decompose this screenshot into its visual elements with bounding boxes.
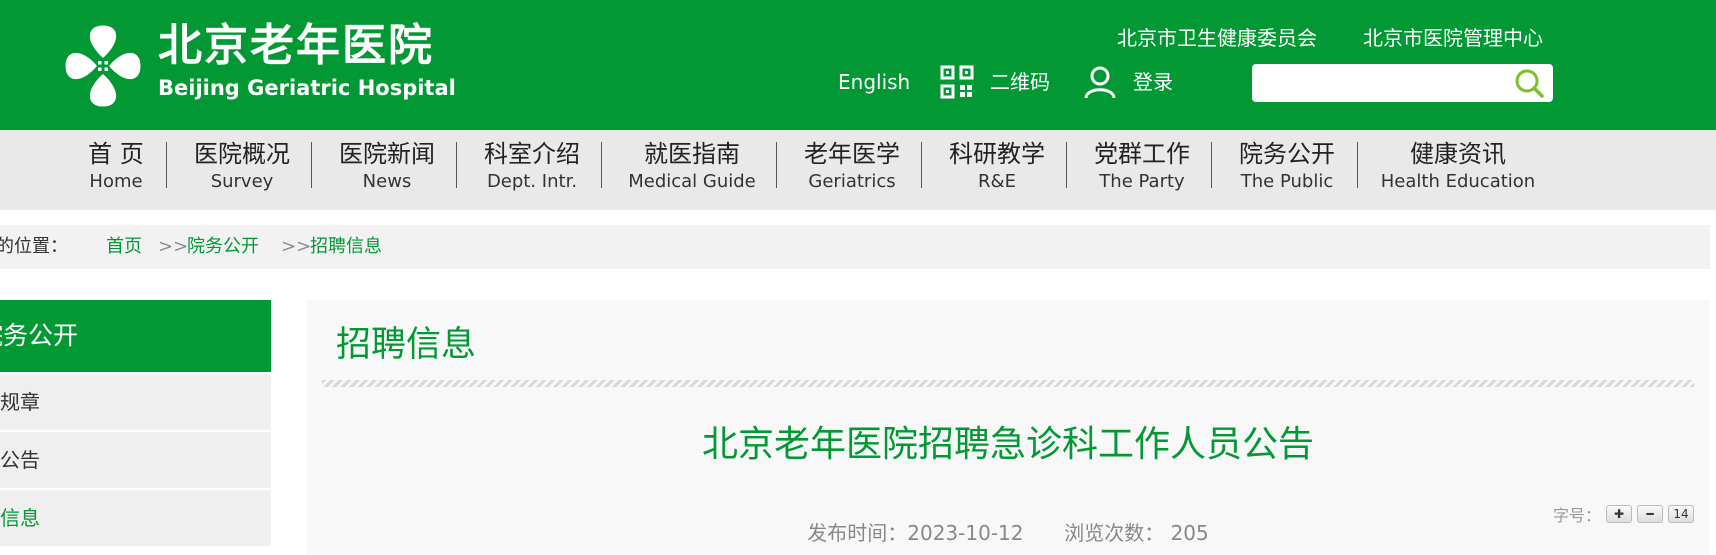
nav-label-cn: 党群工作 [1094, 140, 1190, 168]
qrcode-label: 二维码 [990, 70, 1050, 94]
nav-label-cn: 医院新闻 [339, 140, 435, 168]
nav-divider [1211, 142, 1212, 188]
nav-divider [311, 142, 312, 188]
breadcrumb-public[interactable]: 院务公开 [187, 225, 259, 269]
main-content: 招聘信息 北京老年医院招聘急诊科工作人员公告 字号： ✚ ━ 14 发布时间：2… [306, 300, 1710, 555]
breadcrumb-separator: >> [281, 236, 312, 257]
top-link-hospital-admin-center[interactable]: 北京市医院管理中心 [1363, 22, 1543, 51]
breadcrumb-prefix: 您的位置： [0, 236, 68, 257]
nav-label-cn: 科室介绍 [484, 140, 580, 168]
english-label: English [838, 70, 911, 94]
nav-label-cn: 院务公开 [1239, 140, 1335, 168]
nav-label-cn: 医院概况 [194, 140, 290, 168]
nav-label-en: R&E [978, 171, 1016, 192]
sidebar-title-text: 院务公开 [0, 321, 79, 350]
views-label: 浏览次数： [1064, 521, 1165, 545]
logo-title-cn: 北京老年医院 [158, 20, 434, 71]
breadcrumb-home[interactable]: 首页 [106, 225, 142, 269]
breadcrumb-recruitment[interactable]: 招聘信息 [310, 225, 382, 269]
nav-label-en: Dept. Intr. [486, 171, 578, 192]
nav-label-cn: 健康资讯 [1410, 140, 1506, 168]
nav-item-geriatrics[interactable]: 老年医学 Geriatrics [792, 138, 912, 202]
nav-divider [166, 142, 167, 188]
hospital-logo-icon[interactable] [60, 20, 146, 112]
nav-item-home[interactable]: 首 页 Home [76, 138, 156, 202]
section-title: 招聘信息 [336, 325, 477, 365]
sidebar-item-label: 招聘信息 [0, 506, 40, 530]
qrcode-icon [940, 65, 974, 99]
nav-label-cn: 老年医学 [804, 140, 900, 168]
nav-label-en: Home [89, 171, 143, 192]
article-title: 北京老年医院招聘急诊科工作人员公告 [701, 424, 1314, 465]
breadcrumb-separator: >> [158, 236, 189, 257]
nav-divider [921, 142, 922, 188]
sidebar-item-label: 公示公告 [0, 448, 40, 472]
nav-label-en: The Party [1099, 171, 1185, 192]
sidebar-item-announcements[interactable]: 公示公告 [0, 432, 271, 490]
search-box [1252, 64, 1553, 102]
nav-divider [456, 142, 457, 188]
nav-label-en: Medical Guide [628, 171, 756, 192]
search-input[interactable] [1262, 70, 1506, 98]
nav-label-cn: 就医指南 [644, 140, 740, 168]
sidebar-item-recruitment[interactable]: 招聘信息 [0, 490, 271, 548]
logo-title-en: Beijing Geriatric Hospital [158, 76, 456, 100]
nav-label-cn: 科研教学 [949, 140, 1045, 168]
qrcode-button[interactable]: 二维码 [940, 64, 1050, 100]
views-count: 205 [1170, 521, 1209, 545]
nav-label-en: The Public [1240, 171, 1334, 192]
nav-divider [776, 142, 777, 188]
search-icon[interactable] [1511, 67, 1547, 99]
top-link-health-commission[interactable]: 北京市卫生健康委员会 [1117, 22, 1317, 51]
breadcrumb: 您的位置： 首页 >> 院务公开 >> 招聘信息 [0, 225, 1710, 269]
sidebar-item-label: 医院规章 [0, 390, 40, 414]
nav-item-the-public[interactable]: 院务公开 The Public [1227, 138, 1347, 202]
site-header: 北京老年医院 Beijing Geriatric Hospital 北京市卫生健… [0, 0, 1716, 130]
nav-divider [1066, 142, 1067, 188]
publish-label: 发布时间： [807, 521, 908, 545]
user-icon [1084, 66, 1116, 99]
english-link[interactable]: English [838, 64, 910, 100]
nav-item-the-party[interactable]: 党群工作 The Party [1082, 138, 1202, 202]
nav-label-en: News [362, 171, 412, 192]
nav-label-cn: 首 页 [88, 140, 144, 168]
nav-divider [1357, 142, 1358, 188]
nav-label-en: Health Education [1380, 171, 1536, 192]
nav-item-medical-guide[interactable]: 就医指南 Medical Guide [617, 138, 767, 202]
article-meta: 发布时间：2023-10-12 浏览次数： 205 [306, 518, 1710, 548]
nav-item-news[interactable]: 医院新闻 News [327, 138, 447, 202]
login-label: 登录 [1133, 70, 1173, 94]
sidebar-item-regulations[interactable]: 医院规章 [0, 374, 271, 432]
nav-label-en: Survey [210, 171, 274, 192]
nav-item-research-education[interactable]: 科研教学 R&E [937, 138, 1057, 202]
nav-divider [601, 142, 602, 188]
nav-item-survey[interactable]: 医院概况 Survey [182, 138, 302, 202]
login-button[interactable]: 登录 [1083, 64, 1173, 100]
nav-item-health-education[interactable]: 健康资讯 Health Education [1373, 138, 1543, 202]
nav-label-en: Geriatrics [808, 171, 896, 192]
title-divider [322, 380, 1694, 387]
nav-item-departments[interactable]: 科室介绍 Dept. Intr. [472, 138, 592, 202]
publish-date: 2023-10-12 [907, 521, 1024, 545]
sidebar-title: 院务公开 [0, 300, 271, 372]
